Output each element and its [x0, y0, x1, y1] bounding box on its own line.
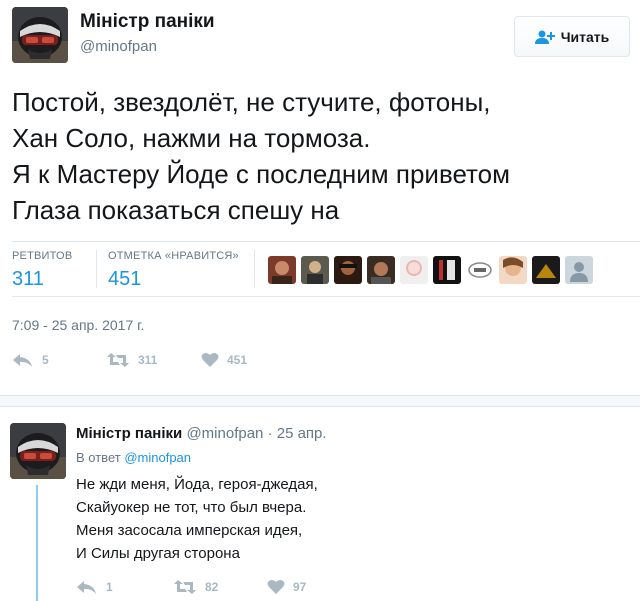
retweets-stat[interactable]: РЕТВИТОВ 311 [12, 250, 72, 291]
like-count: 97 [293, 580, 307, 594]
like-button[interactable]: 451 [201, 352, 247, 368]
retweet-button[interactable]: 311 [106, 352, 201, 368]
reply-line: И Силы другая сторона [76, 545, 240, 562]
heart-icon [267, 579, 285, 594]
divider [96, 250, 97, 288]
retweet-count: 82 [205, 580, 219, 594]
retweets-value: 311 [12, 268, 44, 290]
liker-avatar[interactable] [268, 256, 296, 284]
heart-icon [201, 352, 219, 367]
main-tweet: Міністр паніки @minofpan Читать Постой, … [0, 0, 640, 395]
tweet-line: Глаза показаться спешу на [12, 195, 340, 225]
reply-date[interactable]: · 25 апр. [268, 425, 327, 442]
reply-text: Не жди меня, Йода, героя-джедая, Скайуок… [76, 473, 318, 565]
liker-avatar[interactable] [367, 256, 395, 284]
like-count: 451 [227, 353, 248, 367]
reply-author-handle[interactable]: @minofpan [186, 425, 263, 442]
reply-header: Міністр паніки @minofpan · 25 апр. [76, 425, 327, 442]
reply-icon [77, 581, 96, 594]
retweet-icon [107, 353, 129, 367]
liker-avatar[interactable] [400, 256, 428, 284]
retweet-button[interactable]: 82 [173, 579, 267, 595]
reply-tweet[interactable]: Міністр паніки @minofpan · 25 апр. В отв… [0, 407, 640, 601]
in-reply-to-label: В ответ [76, 450, 121, 465]
in-reply-to-handle[interactable]: @minofpan [124, 450, 191, 465]
tweet-text: Постой, звездолёт, не стучите, фотоны, Х… [12, 84, 632, 228]
likes-stat[interactable]: ОТМЕТКА «НРАВИТСЯ» 451 [108, 250, 239, 291]
liker-avatar[interactable] [565, 256, 593, 284]
helmet-avatar-icon [12, 7, 68, 63]
liker-avatar[interactable] [301, 256, 329, 284]
liker-avatar[interactable] [334, 256, 362, 284]
tweet-line: Постой, звездолёт, не стучите, фотоны, [12, 87, 491, 117]
helmet-avatar-icon [10, 423, 66, 479]
author-handle[interactable]: @minofpan [80, 38, 157, 55]
likes-value: 451 [108, 268, 142, 290]
reply-line: Не жди меня, Йода, героя-джедая, [76, 476, 318, 493]
reply-line: Скайуокер не тот, что был вчера. [76, 499, 307, 516]
reply-author-name[interactable]: Міністр паніки [76, 425, 182, 442]
reply-count: 5 [42, 353, 49, 367]
add-user-icon [534, 30, 555, 44]
thread-line [36, 485, 38, 601]
divider [254, 250, 255, 288]
section-divider [0, 395, 640, 407]
retweet-icon [174, 580, 196, 594]
in-reply-to: В ответ @minofpan [76, 450, 191, 465]
tweet-actions: 5 311 451 [12, 352, 247, 368]
retweet-count: 311 [138, 353, 158, 367]
follow-button-label: Читать [560, 28, 610, 45]
follow-button[interactable]: Читать [514, 16, 630, 57]
divider [12, 296, 640, 297]
liker-avatar[interactable] [499, 256, 527, 284]
retweets-label: РЕТВИТОВ [12, 250, 73, 262]
divider [12, 241, 640, 242]
reply-line: Меня засосала имперская идея, [76, 522, 303, 539]
reply-button[interactable]: 1 [76, 579, 173, 595]
tweet-line: Я к Мастеру Йоде с последним приветом [12, 159, 511, 189]
likes-label: ОТМЕТКА «НРАВИТСЯ» [108, 250, 239, 262]
reply-button[interactable]: 5 [12, 352, 106, 368]
author-avatar[interactable] [12, 7, 68, 63]
tweet-timestamp[interactable]: 7:09 - 25 апр. 2017 г. [12, 317, 144, 333]
author-name[interactable]: Міністр паніки [80, 11, 215, 33]
reply-count: 1 [106, 580, 113, 594]
liker-avatar[interactable] [466, 256, 494, 284]
liker-avatar[interactable] [532, 256, 560, 284]
reply-author-avatar[interactable] [10, 423, 66, 479]
likers-avatars [268, 256, 593, 284]
like-button[interactable]: 97 [267, 579, 306, 595]
liker-avatar[interactable] [433, 256, 461, 284]
reply-icon [13, 354, 32, 367]
reply-actions: 1 82 97 [76, 579, 306, 595]
tweet-line: Хан Соло, нажми на тормоза. [12, 123, 371, 153]
